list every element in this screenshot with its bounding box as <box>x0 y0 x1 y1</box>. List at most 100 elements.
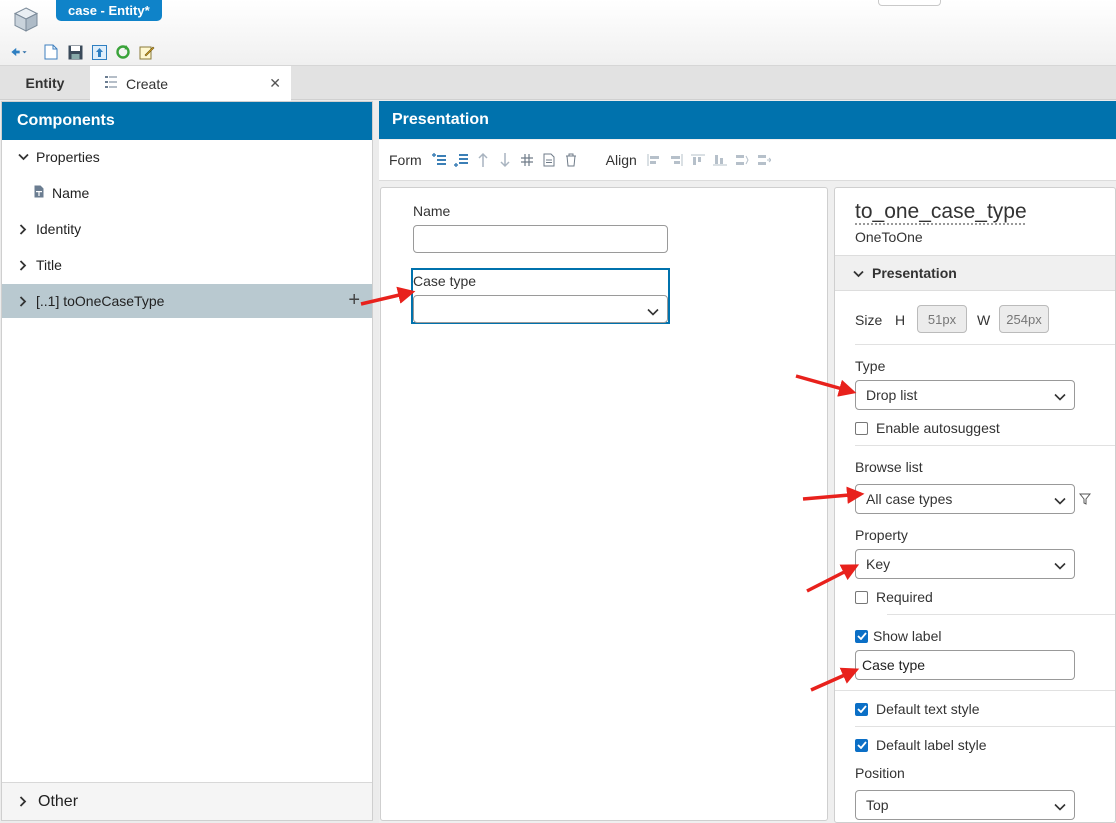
save-icon[interactable] <box>66 43 84 61</box>
divider <box>835 690 1115 691</box>
chevron-down-icon[interactable] <box>16 153 30 161</box>
property-select[interactable]: Key <box>855 549 1075 579</box>
show-label-checkbox[interactable]: Show label <box>855 628 942 644</box>
align-top-icon[interactable] <box>687 149 709 171</box>
browse-list-label: Browse list <box>855 459 923 475</box>
tree-item-label: Name <box>52 185 90 201</box>
browse-list-value: All case types <box>866 491 953 507</box>
presentation-panel: Presentation Form Align Name Case type t… <box>379 101 1116 823</box>
tab-entity[interactable]: Entity <box>0 66 90 100</box>
tree-item-properties[interactable]: Properties <box>2 140 372 174</box>
chevron-right-icon[interactable] <box>16 796 30 807</box>
tree-item-identity[interactable]: Identity <box>2 212 372 246</box>
publish-icon[interactable] <box>90 43 108 61</box>
label-text-input[interactable]: Case type <box>855 650 1075 680</box>
presentation-section-header[interactable]: Presentation <box>835 255 1115 291</box>
other-label: Other <box>38 792 79 810</box>
tree-item-label: Identity <box>36 221 82 237</box>
components-header: Components <box>2 102 372 140</box>
height-input[interactable]: 51px <box>917 305 967 333</box>
checkbox-box[interactable] <box>855 738 868 752</box>
tree-item-to-one-case-type[interactable]: [..1] toOneCaseType + <box>2 284 372 318</box>
type-label: Type <box>855 358 886 374</box>
chevron-right-icon[interactable] <box>16 295 30 307</box>
component-name: to_one_case_type <box>855 200 1027 223</box>
position-value: Top <box>866 797 889 813</box>
divider <box>855 726 1115 727</box>
add-icon[interactable]: + <box>348 290 360 310</box>
tab-create[interactable]: Create ✕ <box>90 66 291 101</box>
refresh-icon[interactable] <box>114 43 132 61</box>
divider <box>855 344 1115 345</box>
checkbox-box[interactable] <box>855 629 868 643</box>
delete-icon[interactable] <box>560 149 582 171</box>
name-field-label: Name <box>413 203 451 219</box>
app-cube-icon[interactable] <box>12 5 40 33</box>
chevron-right-icon[interactable] <box>16 259 30 271</box>
form-canvas[interactable]: Name Case type <box>380 187 828 821</box>
chevron-down-icon <box>1054 388 1066 404</box>
align-left-icon[interactable] <box>643 149 665 171</box>
move-down-icon[interactable] <box>494 149 516 171</box>
checkbox-label: Enable autosuggest <box>876 420 1000 436</box>
divider <box>855 445 1115 446</box>
checkbox-box[interactable] <box>855 702 868 716</box>
chevron-right-icon[interactable] <box>16 223 30 235</box>
position-select[interactable]: Top <box>855 790 1075 820</box>
chevron-down-icon <box>1054 492 1066 508</box>
document-icon[interactable] <box>538 149 560 171</box>
distribute-vertical-icon[interactable] <box>753 149 775 171</box>
text-property-icon <box>34 185 44 201</box>
form-list-icon <box>104 75 118 92</box>
width-label: W <box>977 312 991 328</box>
edit-icon[interactable] <box>138 43 156 61</box>
align-bottom-icon[interactable] <box>709 149 731 171</box>
property-label: Property <box>855 527 908 543</box>
case-type-field-label: Case type <box>413 273 477 289</box>
filter-icon[interactable] <box>1078 492 1092 508</box>
tree-item-label: Title <box>36 257 62 273</box>
document-tab[interactable]: case - Entity* <box>56 0 162 21</box>
other-section[interactable]: Other <box>2 782 372 820</box>
tab-create-label: Create <box>126 75 169 92</box>
width-input[interactable]: 254px <box>999 305 1049 333</box>
name-field-input[interactable] <box>413 225 668 253</box>
type-select[interactable]: Drop list <box>855 380 1075 410</box>
distribute-horizontal-icon[interactable] <box>731 149 753 171</box>
new-document-icon[interactable] <box>42 43 60 61</box>
position-label: Position <box>855 765 905 781</box>
presentation-header: Presentation <box>379 101 1116 139</box>
height-label: H <box>895 312 906 328</box>
divider <box>887 614 1115 615</box>
quick-toolbar <box>10 43 156 61</box>
chevron-down-icon <box>1054 557 1066 573</box>
case-type-dropdown[interactable] <box>413 295 668 323</box>
type-value: Drop list <box>866 387 918 403</box>
move-up-icon[interactable] <box>472 149 494 171</box>
default-label-style-checkbox[interactable]: Default label style <box>855 737 987 753</box>
required-checkbox[interactable]: Required <box>855 589 933 605</box>
insert-above-icon[interactable] <box>428 149 450 171</box>
tree-item-label: [..1] toOneCaseType <box>36 293 165 309</box>
form-group-label: Form <box>389 152 422 168</box>
browse-list-select[interactable]: All case types <box>855 484 1075 514</box>
enable-autosuggest-checkbox[interactable]: Enable autosuggest <box>855 420 1000 436</box>
checkbox-box[interactable] <box>855 421 868 435</box>
checkbox-label: Default label style <box>876 737 987 753</box>
tree-item-title[interactable]: Title <box>2 248 372 282</box>
grid-icon[interactable] <box>516 149 538 171</box>
top-handle[interactable] <box>878 0 941 6</box>
title-bar: case - Entity* <box>0 0 1116 66</box>
align-group-label: Align <box>605 152 637 168</box>
section-title: Presentation <box>872 265 957 281</box>
size-label: Size <box>855 312 883 328</box>
checkbox-label: Required <box>876 589 933 605</box>
default-text-style-checkbox[interactable]: Default text style <box>855 701 980 717</box>
close-icon[interactable]: ✕ <box>269 75 281 92</box>
tree-item-name[interactable]: Name <box>2 176 372 210</box>
insert-below-icon[interactable] <box>450 149 472 171</box>
back-dropdown-icon[interactable] <box>10 43 28 61</box>
align-right-icon[interactable] <box>665 149 687 171</box>
checkbox-label: Show label <box>873 628 942 644</box>
checkbox-box[interactable] <box>855 590 868 604</box>
